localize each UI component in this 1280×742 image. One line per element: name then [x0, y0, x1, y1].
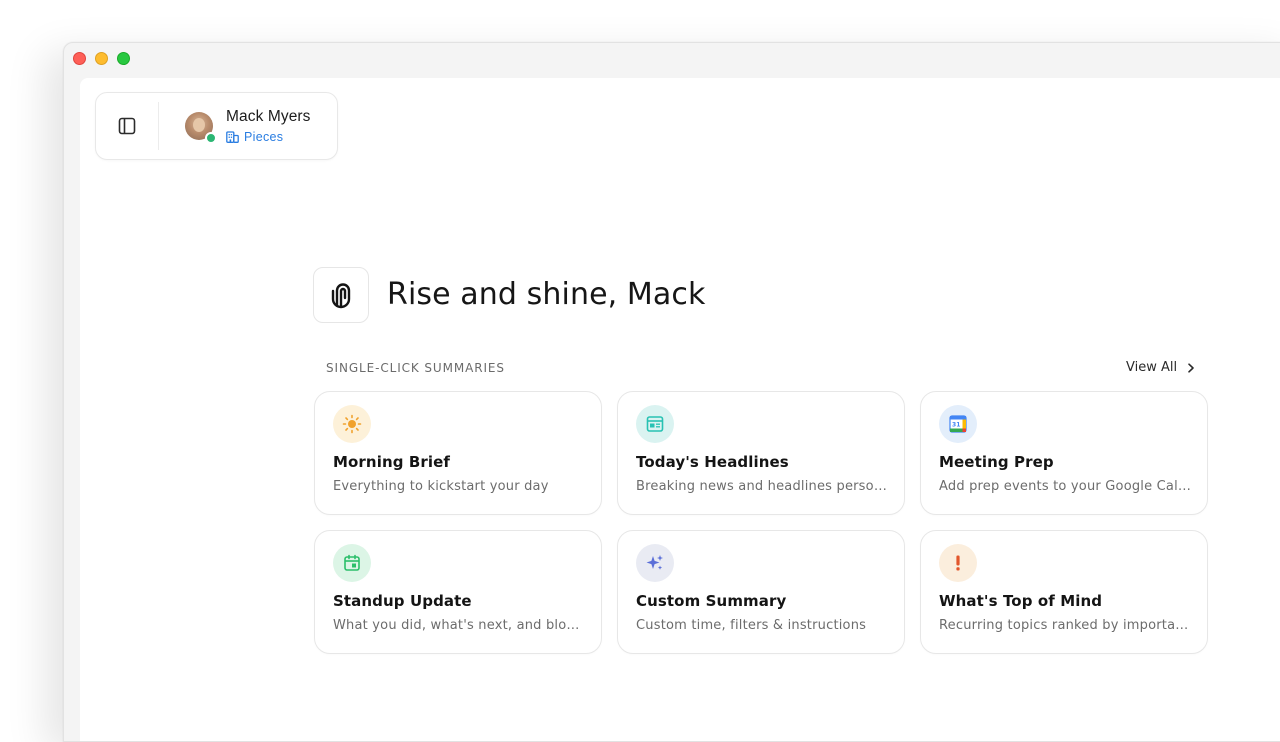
user-pill: Mack Myers Pieces	[95, 92, 338, 160]
summary-card-todays-headlines[interactable]: Today's Headlines Breaking news and head…	[617, 391, 905, 515]
workspace-name: Pieces	[244, 130, 284, 144]
card-icon-badge	[939, 544, 977, 582]
card-title: Standup Update	[333, 592, 472, 610]
summary-card-top-of-mind[interactable]: What's Top of Mind Recurring topics rank…	[920, 530, 1208, 654]
card-description: What you did, what's next, and blockers	[333, 618, 585, 633]
card-title: Custom Summary	[636, 592, 787, 610]
summary-card-custom-summary[interactable]: Custom Summary Custom time, filters & in…	[617, 530, 905, 654]
sidebar-toggle-button[interactable]	[96, 93, 158, 159]
card-description: Recurring topics ranked by importance	[939, 618, 1191, 633]
card-icon-badge	[636, 405, 674, 443]
avatar	[185, 112, 217, 144]
card-title: Today's Headlines	[636, 453, 789, 471]
card-title: What's Top of Mind	[939, 592, 1103, 610]
card-description: Breaking news and headlines personalized…	[636, 479, 888, 494]
greeting-title: Rise and shine, Mack	[387, 277, 706, 312]
section-label: SINGLE-CLICK SUMMARIES	[326, 361, 505, 375]
card-icon-badge	[636, 544, 674, 582]
card-title: Morning Brief	[333, 453, 451, 471]
card-icon-badge: 31	[939, 405, 977, 443]
app-window: Mack Myers Pieces Rise and shine, Mack S…	[63, 42, 1280, 742]
sidebar-icon	[118, 117, 136, 135]
view-all-link[interactable]: View All	[1126, 360, 1195, 375]
card-description: Custom time, filters & instructions	[636, 618, 867, 633]
main-content: Mack Myers Pieces Rise and shine, Mack S…	[80, 78, 1280, 741]
minimize-window-button[interactable]	[95, 52, 108, 65]
status-badge	[205, 132, 217, 144]
summary-card-meeting-prep[interactable]: 31 Meeting Prep Add prep events to your …	[920, 391, 1208, 515]
sparkles-icon	[646, 555, 663, 570]
paperclip-logo-icon	[331, 283, 351, 309]
sun-icon	[342, 414, 362, 434]
google-calendar-icon: 31	[949, 415, 967, 433]
summary-card-standup-update[interactable]: Standup Update What you did, what's next…	[314, 530, 602, 654]
user-profile[interactable]: Mack Myers Pieces	[159, 108, 311, 144]
building-icon	[226, 131, 239, 143]
summary-cards-grid: Morning Brief Everything to kickstart yo…	[314, 391, 1208, 654]
card-description: Everything to kickstart your day	[333, 479, 549, 494]
exclamation-icon	[956, 555, 960, 571]
workspace: Pieces	[226, 130, 311, 144]
view-all-label: View All	[1126, 360, 1178, 375]
newspaper-icon	[646, 416, 664, 432]
avatar-face	[193, 118, 205, 132]
window-controls	[73, 52, 130, 65]
chevron-right-icon	[1188, 362, 1194, 373]
close-window-button[interactable]	[73, 52, 86, 65]
summary-card-morning-brief[interactable]: Morning Brief Everything to kickstart yo…	[314, 391, 602, 515]
svg-text:31: 31	[952, 422, 960, 429]
card-icon-badge	[333, 405, 371, 443]
card-icon-badge	[333, 544, 371, 582]
maximize-window-button[interactable]	[117, 52, 130, 65]
calendar-check-icon	[344, 554, 360, 571]
pieces-logo	[313, 267, 369, 323]
user-name: Mack Myers	[226, 108, 311, 125]
card-description: Add prep events to your Google Calendar	[939, 479, 1191, 494]
card-title: Meeting Prep	[939, 453, 1054, 471]
